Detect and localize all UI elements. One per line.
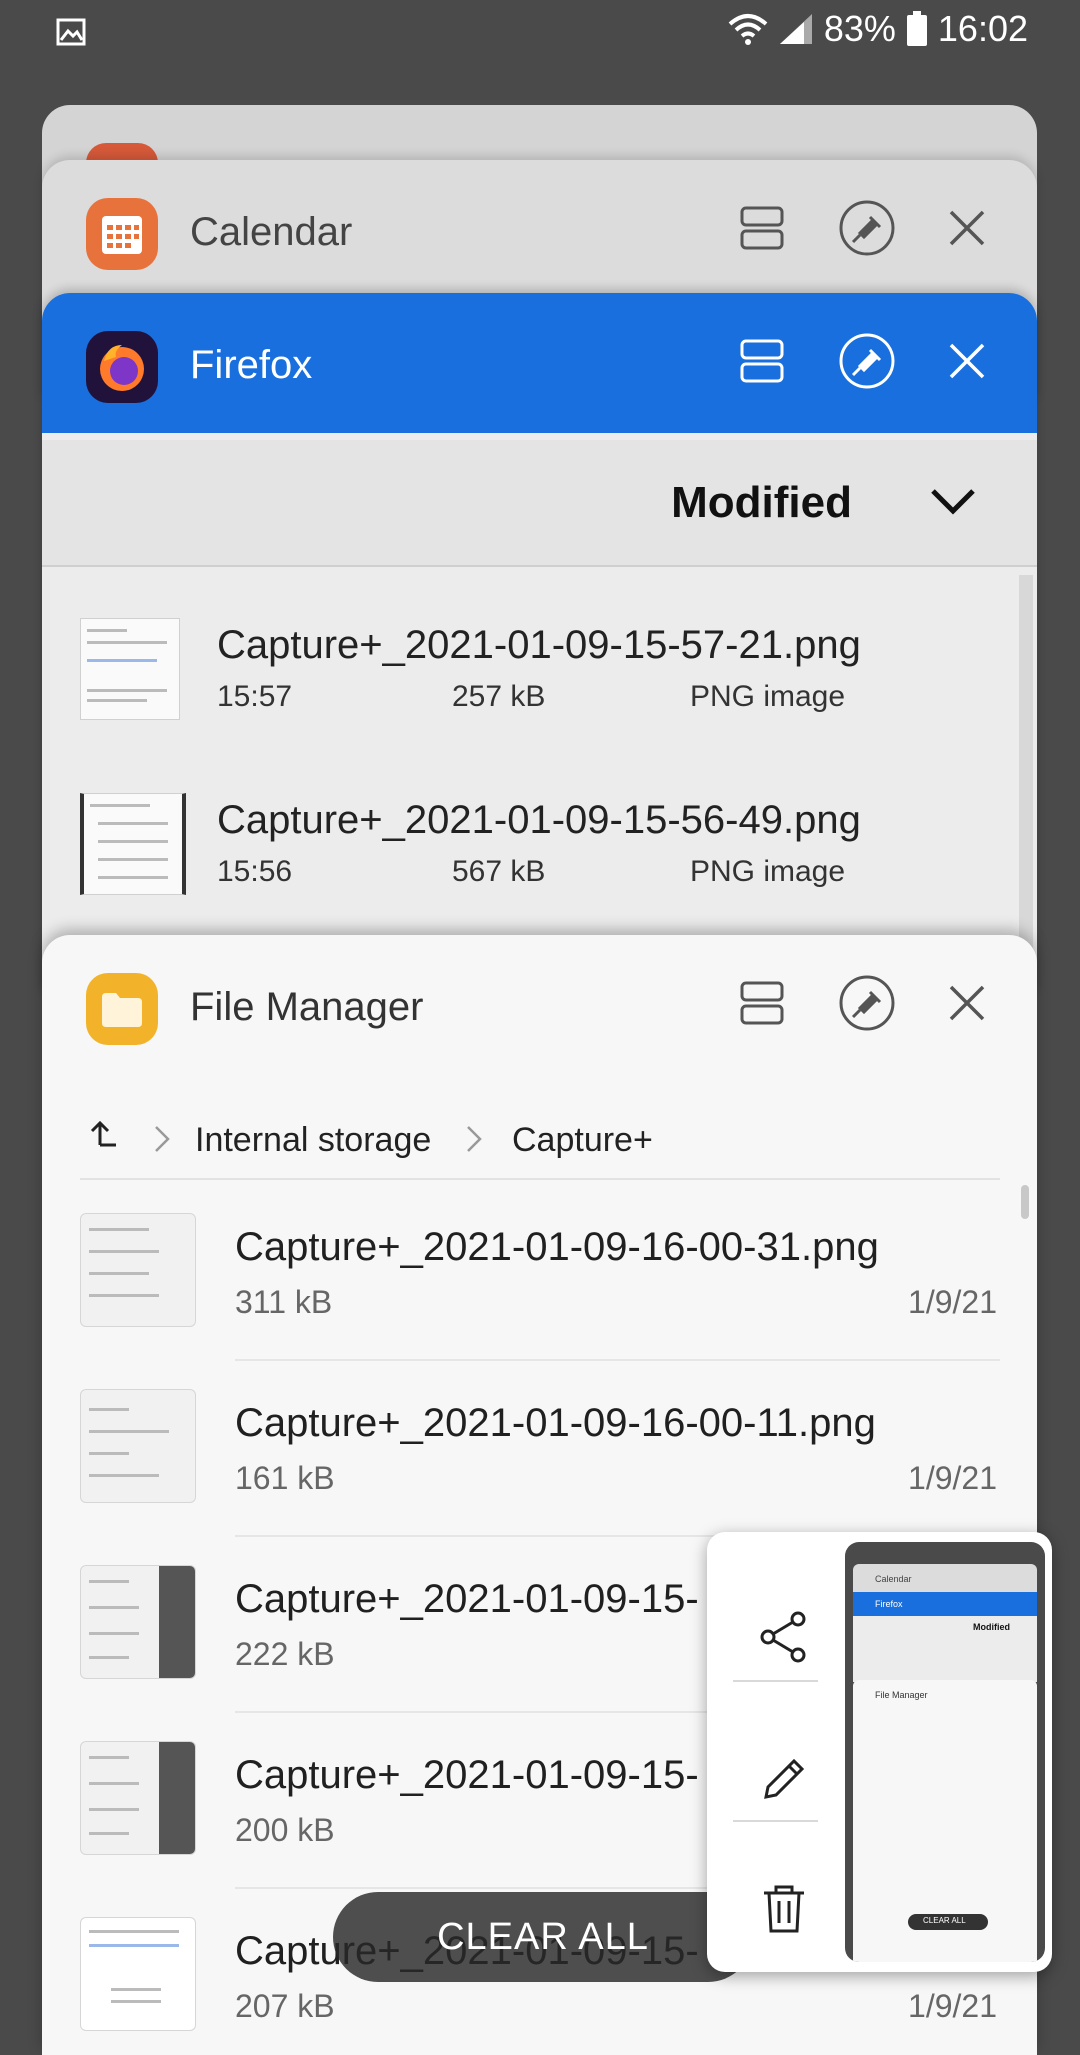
list-item[interactable]: Capture+_2021-01-09-16-00-31.png 311 kB … (42, 1185, 1037, 1361)
preview-file-manager-title: File Manager (875, 1690, 928, 1700)
screenshot-toolbar: Calendar Firefox Modified File Manager C… (707, 1532, 1052, 1972)
sort-bar[interactable]: Modified (42, 440, 1037, 567)
file-date: 1/9/21 (908, 1284, 997, 1320)
file-date: 1/9/21 (908, 1460, 997, 1496)
firefox-icon (86, 331, 158, 403)
split-screen-icon (740, 339, 784, 383)
pin-icon (839, 333, 895, 389)
signal-icon (779, 14, 812, 44)
split-screen-button[interactable] (732, 198, 792, 258)
pin-icon (839, 200, 895, 256)
file-thumbnail (80, 1741, 196, 1855)
card-title: Firefox (190, 343, 313, 387)
split-screen-button[interactable] (732, 331, 792, 391)
file-thumbnail (80, 618, 180, 720)
battery-icon (906, 11, 927, 46)
file-size: 311 kB (235, 1284, 333, 1320)
clear-all-button[interactable]: CLEAR ALL (333, 1892, 753, 1982)
delete-icon (764, 1885, 804, 1933)
breadcrumb-internal-storage[interactable]: Internal storage (195, 1121, 431, 1160)
close-button[interactable] (937, 331, 997, 391)
file-time: 15:57 (217, 680, 293, 713)
close-button[interactable] (937, 198, 997, 258)
list-item[interactable]: Capture+_2021-01-09-16-00-11.png 161 kB … (42, 1361, 1037, 1537)
file-size: 257 kB (452, 680, 546, 713)
calendar-icon (86, 198, 158, 270)
pin-button[interactable] (837, 331, 897, 391)
file-name: Capture+_2021-01-09-16-00-31.png (235, 1225, 879, 1269)
file-name: Capture+_2021-01-09-15-56-49.png (217, 798, 861, 842)
file-size: 161 kB (235, 1460, 335, 1496)
wifi-icon (728, 14, 768, 45)
file-type: PNG image (690, 855, 846, 888)
chevron-right-icon (155, 1126, 170, 1152)
list-item[interactable]: Capture+_2021-01-09-15-57-21.png 15:57 2… (42, 578, 1037, 748)
divider (733, 1820, 818, 1822)
card-title: File Manager (190, 985, 424, 1029)
breadcrumb-capture[interactable]: Capture+ (512, 1121, 653, 1160)
status-bar: 83% 16:02 (0, 0, 1080, 70)
close-icon (949, 985, 985, 1021)
close-icon (949, 210, 985, 246)
file-name: Capture+_2021-01-09-16-00-11.png (235, 1401, 876, 1445)
divider (80, 1178, 1000, 1180)
edit-button[interactable] (729, 1724, 839, 1834)
file-size: 567 kB (452, 855, 546, 888)
sort-label: Modified (671, 478, 852, 527)
clock: 16:02 (937, 8, 1028, 49)
share-icon (760, 1611, 806, 1663)
list-item[interactable]: Capture+_2021-01-09-15-56-49.png 15:56 5… (42, 753, 1037, 923)
chevron-right-icon (467, 1126, 482, 1152)
file-size: 207 kB (235, 1988, 335, 2024)
file-name: Capture+_2021-01-09-15- (235, 1753, 699, 1797)
file-size: 222 kB (235, 1636, 335, 1672)
breadcrumb: Internal storage Capture+ (42, 1095, 1037, 1185)
file-thumbnail (80, 1565, 196, 1679)
split-screen-icon (740, 981, 784, 1025)
close-button[interactable] (937, 973, 997, 1033)
up-arrow-icon[interactable] (84, 1117, 120, 1153)
edit-icon (764, 1758, 805, 1799)
file-type: PNG image (690, 680, 846, 713)
scrollbar[interactable] (1019, 575, 1033, 993)
preview-calendar-title: Calendar (875, 1574, 912, 1584)
file-thumbnail (80, 1389, 196, 1503)
split-screen-icon (740, 206, 784, 250)
battery-percent: 83% (823, 8, 896, 49)
file-thumbnail (80, 1213, 196, 1327)
pin-button[interactable] (837, 198, 897, 258)
file-time: 15:56 (217, 855, 293, 888)
card-header: Calendar (42, 160, 1037, 300)
divider (733, 1680, 818, 1682)
close-icon (949, 343, 985, 379)
split-screen-button[interactable] (732, 973, 792, 1033)
share-button[interactable] (729, 1582, 839, 1692)
preview-clear-all: CLEAR ALL (923, 1916, 966, 1925)
delete-button[interactable] (729, 1854, 839, 1964)
chevron-down-icon[interactable] (929, 485, 977, 517)
pin-button[interactable] (837, 973, 897, 1033)
file-thumbnail (80, 1917, 196, 2031)
gallery-icon (56, 18, 86, 46)
file-name: Capture+_2021-01-09-15-57-21.png (217, 623, 861, 667)
file-size: 200 kB (235, 1812, 335, 1848)
recent-app-card-firefox[interactable]: Firefox Modified Capture+_2021-01-09-15-… (42, 293, 1037, 993)
file-name: Capture+_2021-01-09-15- (235, 1577, 699, 1621)
screenshot-preview[interactable]: Calendar Firefox Modified File Manager C… (845, 1542, 1045, 1962)
preview-sort-label: Modified (973, 1622, 1010, 1632)
folder-icon (86, 973, 158, 1045)
card-header: File Manager (42, 935, 1037, 1075)
pin-icon (839, 975, 895, 1031)
file-thumbnail (80, 793, 186, 895)
file-date: 1/9/21 (908, 1988, 997, 2024)
preview-firefox-title: Firefox (875, 1599, 903, 1609)
card-title: Calendar (190, 210, 353, 254)
card-header: Firefox (42, 293, 1037, 433)
